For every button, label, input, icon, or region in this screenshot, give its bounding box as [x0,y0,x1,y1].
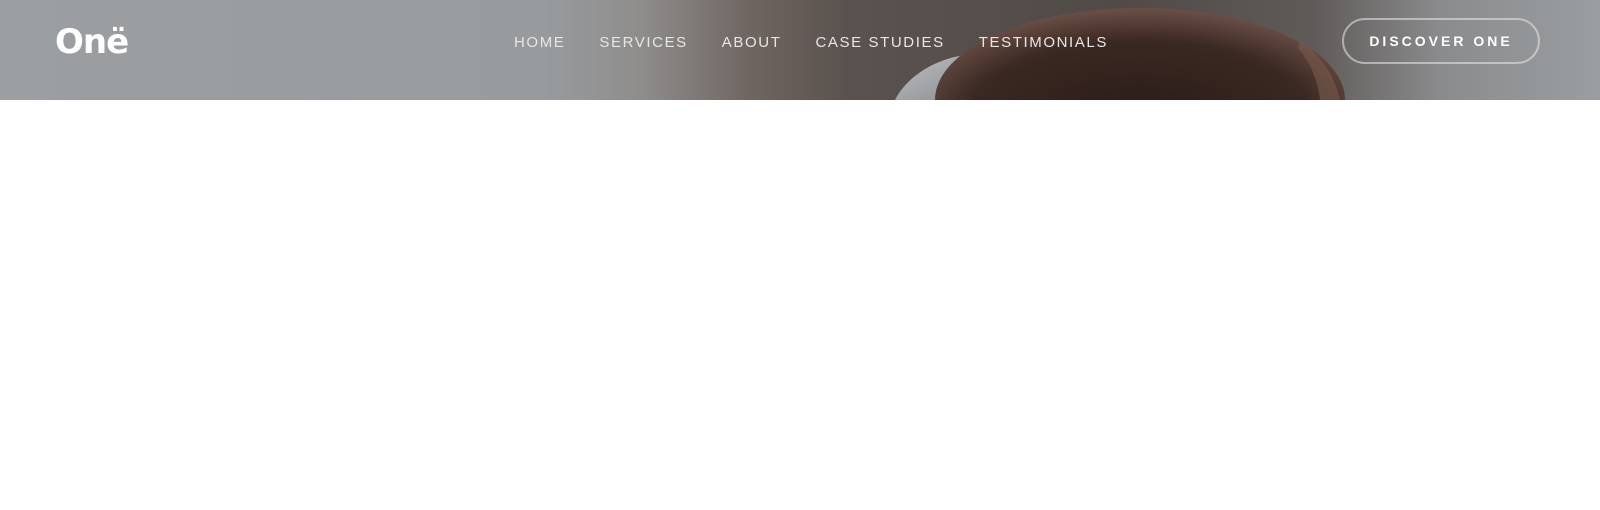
nav-list: HOME SERVICES ABOUT CASE STUDIES TESTIMO… [514,33,1142,53]
nav-link-testimonials[interactable]: TESTIMONIALS [979,33,1108,53]
nav-link-services[interactable]: SERVICES [599,33,687,53]
hero-banner: Onë HOME SERVICES ABOUT CASE STUDIES TES… [0,0,1600,100]
page: Onë HOME SERVICES ABOUT CASE STUDIES TES… [0,0,1600,510]
site-header: Onë HOME SERVICES ABOUT CASE STUDIES TES… [0,0,1600,100]
site-logo[interactable]: Onë [55,22,129,62]
nav-item-testimonials: TESTIMONIALS [979,33,1142,53]
nav-item-case-studies: CASE STUDIES [815,33,978,53]
nav-link-about[interactable]: ABOUT [722,33,782,53]
discover-one-button[interactable]: DISCOVER ONE [1342,18,1540,64]
nav-item-about: ABOUT [722,33,816,53]
nav-item-services: SERVICES [599,33,721,53]
nav-item-home: HOME [514,33,599,53]
main-content-area [0,100,1600,510]
nav-link-case-studies[interactable]: CASE STUDIES [815,33,944,53]
nav-link-home[interactable]: HOME [514,33,565,53]
